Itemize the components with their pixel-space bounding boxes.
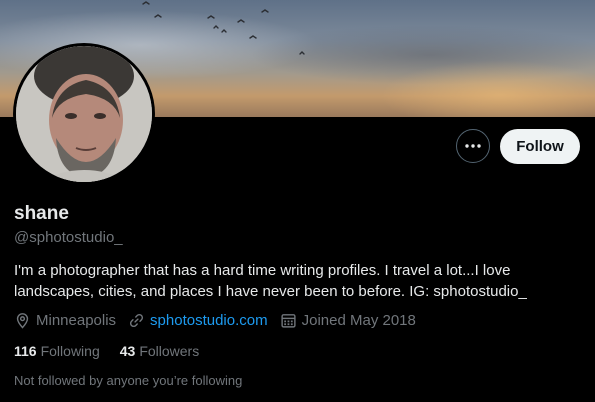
profile-name: shane [14, 203, 69, 224]
calendar-icon [281, 313, 296, 328]
more-options-button[interactable] [456, 129, 490, 163]
location-text: Minneapolis [36, 311, 117, 329]
website-link[interactable]: sphotostudio.com [150, 312, 268, 329]
avatar[interactable] [13, 43, 155, 185]
follow-button[interactable]: Follow [500, 129, 580, 164]
link-icon [130, 313, 144, 327]
location-pin-icon [16, 312, 29, 329]
profile-meta: Minneapolis sphotostudio.com Joined May … [14, 310, 428, 330]
profile-handle: @sphotostudio_ [14, 229, 123, 246]
following-label: Following [40, 343, 100, 359]
followed-by-note: Not followed by anyone you’re following [14, 373, 243, 388]
more-horizontal-icon [465, 144, 481, 148]
followers-label: Followers [139, 343, 200, 359]
joined-item: Joined May 2018 [280, 312, 416, 329]
followers-count: 43 [119, 343, 136, 359]
follow-counts: 116 Following 43 Followers [14, 343, 219, 359]
joined-date: Joined May 2018 [301, 311, 416, 329]
avatar-photo [16, 46, 152, 182]
profile-bio: I'm a photographer that has a hard time … [14, 262, 527, 300]
following-link[interactable]: 116 Following [14, 343, 100, 359]
website-item: sphotostudio.com [128, 312, 268, 329]
following-count: 116 [14, 343, 37, 359]
location-item: Minneapolis [14, 312, 116, 329]
followers-link[interactable]: 43 Followers [120, 343, 199, 359]
